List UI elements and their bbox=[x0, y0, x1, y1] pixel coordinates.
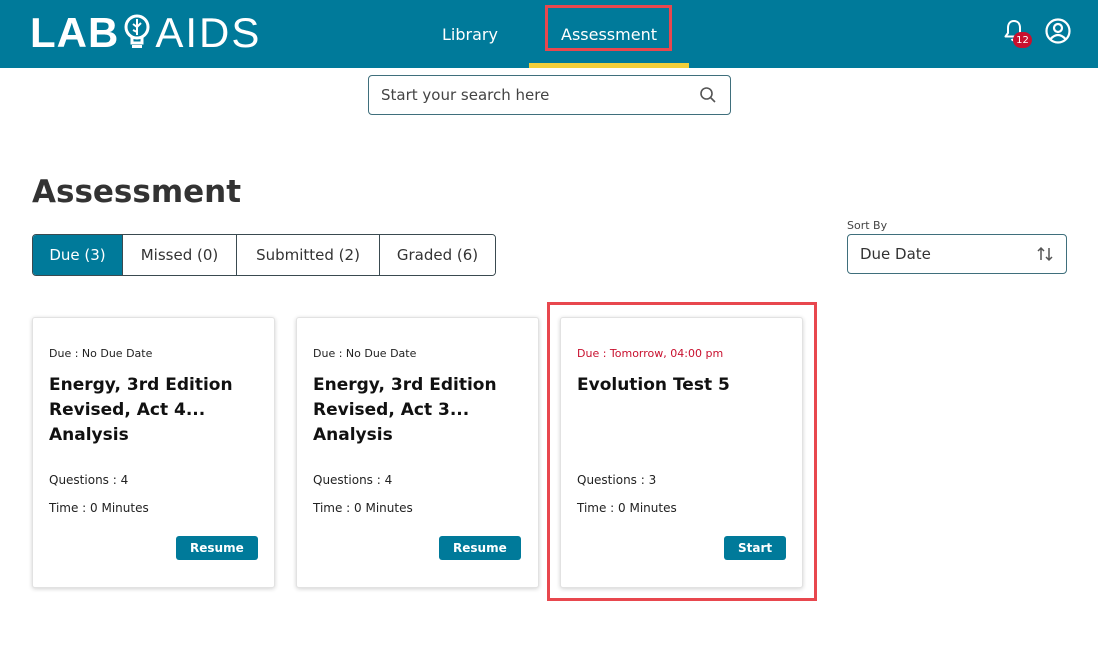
resume-button[interactable]: Resume bbox=[176, 536, 258, 560]
nav-library-label: Library bbox=[442, 24, 498, 44]
tab-graded[interactable]: Graded (6) bbox=[380, 235, 495, 275]
active-nav-underline bbox=[529, 63, 689, 68]
search-icon[interactable] bbox=[699, 86, 717, 104]
card-time: Time : 0 Minutes bbox=[49, 501, 149, 515]
highlight-box-nav-assessment bbox=[545, 5, 672, 51]
tab-submitted[interactable]: Submitted (2) bbox=[237, 235, 380, 275]
resume-button[interactable]: Resume bbox=[439, 536, 521, 560]
sort-arrows-icon bbox=[1037, 246, 1053, 262]
assessment-card[interactable]: Due : No Due Date Energy, 3rd Edition Re… bbox=[296, 317, 539, 588]
nav-library[interactable]: Library bbox=[420, 0, 520, 68]
logo-text-aids: AIDS bbox=[155, 9, 262, 56]
card-title: Energy, 3rd Edition Revised, Act 4... An… bbox=[49, 375, 233, 445]
status-tabs: Due (3) Missed (0) Submitted (2) Graded … bbox=[32, 234, 496, 276]
notification-count-badge: 12 bbox=[1013, 32, 1032, 48]
card-questions: Questions : 4 bbox=[313, 473, 393, 487]
tab-missed[interactable]: Missed (0) bbox=[123, 235, 237, 275]
card-time: Time : 0 Minutes bbox=[313, 501, 413, 515]
search-input[interactable] bbox=[381, 86, 681, 104]
tab-due[interactable]: Due (3) bbox=[33, 235, 123, 275]
logo-text-lab: LAB bbox=[30, 9, 120, 56]
highlight-box-card bbox=[547, 302, 817, 601]
card-questions: Questions : 4 bbox=[49, 473, 129, 487]
search-bar[interactable] bbox=[368, 75, 731, 115]
page-title: Assessment bbox=[32, 174, 242, 210]
card-due-date: Due : No Due Date bbox=[313, 347, 417, 360]
lab-aids-logo[interactable]: LAB AIDS bbox=[30, 11, 261, 55]
assessment-card[interactable]: Due : No Due Date Energy, 3rd Edition Re… bbox=[32, 317, 275, 588]
sort-by-label: Sort By bbox=[847, 219, 888, 232]
card-due-date: Due : No Due Date bbox=[49, 347, 153, 360]
user-account-icon[interactable] bbox=[1045, 18, 1071, 44]
sort-selected-value: Due Date bbox=[860, 245, 931, 263]
card-title: Energy, 3rd Edition Revised, Act 3... An… bbox=[313, 375, 497, 445]
sort-dropdown[interactable]: Due Date bbox=[847, 234, 1067, 274]
lightbulb-icon bbox=[124, 14, 150, 48]
